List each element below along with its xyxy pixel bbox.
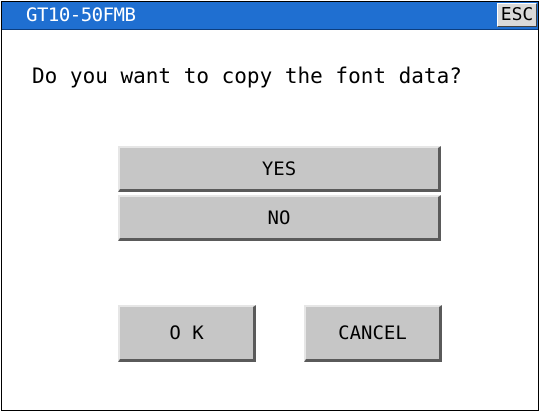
ok-button[interactable]: O K: [118, 305, 256, 362]
title-bar: GT10-50FMB ESC: [2, 2, 538, 30]
no-button[interactable]: NO: [118, 195, 441, 241]
yes-button[interactable]: YES: [118, 146, 441, 192]
touch-panel-screen: GT10-50FMB ESC Do you want to copy the f…: [1, 1, 539, 411]
esc-button[interactable]: ESC: [497, 3, 537, 27]
dialog-prompt: Do you want to copy the font data?: [32, 64, 462, 88]
window-title: GT10-50FMB: [26, 4, 136, 26]
cancel-button[interactable]: CANCEL: [304, 305, 442, 362]
